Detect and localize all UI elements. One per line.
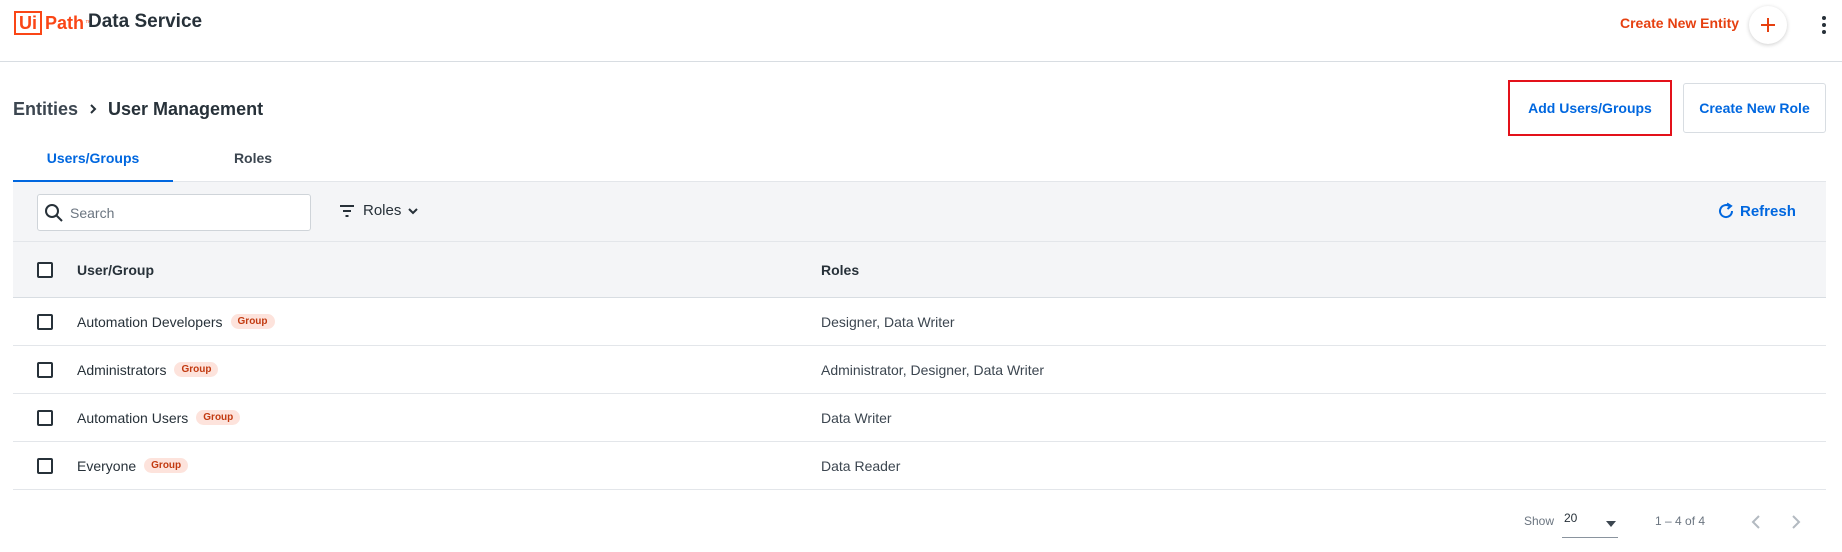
roles-filter-dropdown[interactable]: Roles	[339, 202, 419, 219]
user-group-name: Everyone	[77, 457, 137, 474]
more-vert-icon-dot	[1822, 16, 1826, 20]
create-entity-plus-button[interactable]	[1749, 6, 1787, 44]
roles-cell: Designer, Data Writer	[821, 313, 955, 330]
create-new-entity-button[interactable]: Create New Entity	[1620, 15, 1739, 31]
user-group-cell: Everyone Group	[77, 457, 189, 474]
users-groups-table: User/Group Roles Automation Developers G…	[13, 242, 1826, 490]
search-box[interactable]	[37, 194, 311, 231]
row-checkbox[interactable]	[37, 361, 53, 378]
page-size-select[interactable]: 20	[1562, 508, 1618, 538]
previous-page-button[interactable]	[1744, 510, 1768, 534]
user-group-cell: Administrators Group	[77, 361, 219, 378]
logo-path-text: Path	[45, 12, 85, 33]
refresh-label: Refresh	[1740, 202, 1796, 220]
group-badge: Group	[196, 410, 241, 425]
user-group-cell: Automation Developers Group	[77, 314, 275, 330]
table-row[interactable]: Administrators Group Administrator, Desi…	[13, 346, 1826, 394]
caret-down-icon	[1606, 521, 1616, 527]
filter-icon	[340, 204, 354, 217]
app-header: Ui Path ™ Data Service Create New Entity	[0, 0, 1842, 62]
refresh-button[interactable]: Refresh	[1717, 202, 1796, 220]
group-badge: Group	[144, 458, 189, 473]
chevron-right-icon	[1792, 515, 1801, 529]
tab-bar: Users/Groups Roles	[13, 145, 1826, 182]
search-icon	[45, 203, 63, 222]
row-checkbox[interactable]	[37, 313, 53, 330]
create-new-role-button[interactable]: Create New Role	[1683, 83, 1826, 133]
roles-cell: Data Reader	[821, 457, 901, 474]
group-badge: Group	[174, 362, 219, 377]
group-badge: Group	[230, 314, 275, 329]
page-size-label: Show	[1524, 514, 1555, 528]
roles-filter-label: Roles	[363, 202, 402, 219]
more-vert-icon-dot	[1822, 30, 1826, 34]
roles-cell: Data Writer	[821, 409, 892, 426]
table-header-row: User/Group Roles	[13, 242, 1826, 298]
tab-users-groups[interactable]: Users/Groups	[13, 145, 173, 182]
more-options-button[interactable]	[1816, 14, 1832, 36]
uipath-logo[interactable]: Ui Path ™	[14, 10, 92, 36]
column-header-user-group[interactable]: User/Group	[77, 262, 154, 278]
chevron-down-icon	[408, 207, 419, 214]
select-all-checkbox[interactable]	[37, 261, 53, 278]
table-row[interactable]: Everyone Group Data Reader	[13, 442, 1826, 490]
user-group-name: Automation Users	[77, 409, 189, 426]
user-group-name: Administrators	[77, 361, 167, 378]
table-row[interactable]: Automation Users Group Data Writer	[13, 394, 1826, 442]
user-group-cell: Automation Users Group	[77, 409, 241, 426]
next-page-button[interactable]	[1784, 510, 1808, 534]
roles-cell: Administrator, Designer, Data Writer	[821, 361, 1045, 378]
breadcrumb: Entities User Management	[13, 97, 263, 121]
page-size-value: 20	[1564, 511, 1578, 525]
column-header-roles[interactable]: Roles	[821, 262, 859, 278]
tab-roles[interactable]: Roles	[173, 145, 333, 182]
chevron-right-icon	[88, 103, 98, 115]
more-vert-icon-dot	[1822, 23, 1826, 27]
refresh-icon	[1719, 202, 1734, 219]
add-users-groups-button[interactable]: Add Users/Groups	[1508, 80, 1672, 136]
row-checkbox[interactable]	[37, 457, 53, 474]
search-input[interactable]	[70, 204, 300, 221]
page-title: User Management	[108, 98, 264, 119]
row-checkbox[interactable]	[37, 409, 53, 426]
page-range-label: 1 – 4 of 4	[1655, 514, 1706, 528]
table-row[interactable]: Automation Developers Group Designer, Da…	[13, 298, 1826, 346]
app-title: Data Service	[88, 11, 203, 32]
breadcrumb-entities-link[interactable]: Entities	[13, 99, 78, 120]
chevron-left-icon	[1751, 515, 1760, 529]
user-group-name: Automation Developers	[77, 313, 223, 330]
table-toolbar: Roles Refresh	[13, 182, 1826, 242]
logo-ui-box: Ui	[14, 11, 42, 35]
plus-icon	[1761, 18, 1775, 32]
